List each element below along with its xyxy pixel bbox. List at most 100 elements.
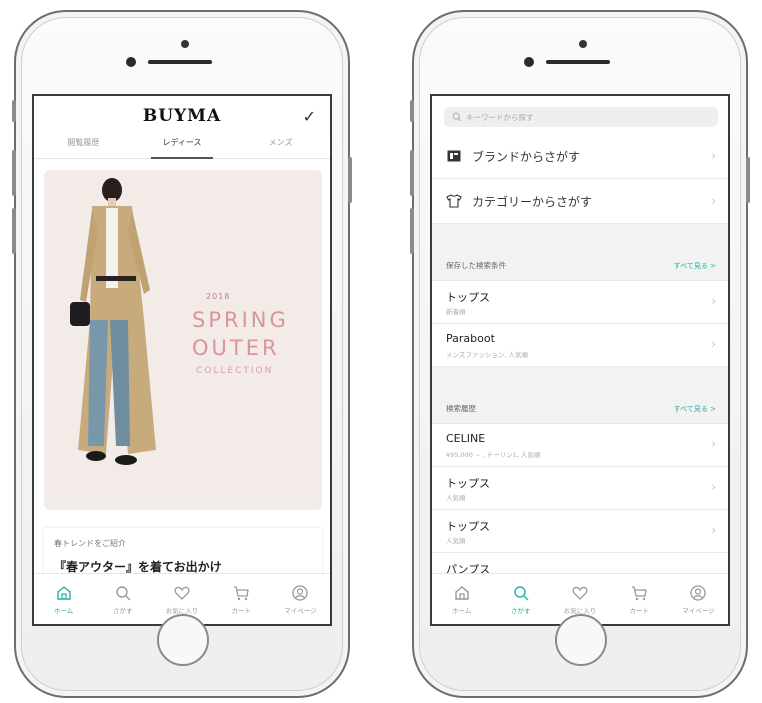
brand-icon (446, 150, 462, 162)
nav-home[interactable]: ホーム (432, 574, 491, 624)
saved-search-item[interactable]: Paraboot メンズファッション, 人気順 › (432, 324, 728, 367)
volume-down-button (410, 208, 414, 254)
shirt-icon (446, 194, 462, 208)
nav-label-cart: カート (231, 607, 251, 615)
home-button[interactable] (157, 614, 209, 666)
nav-label-search: さがす (511, 607, 531, 615)
search-bar-wrap: キーワードから探す (432, 96, 728, 134)
history-item-title: CELINE (446, 432, 486, 445)
history-item-sub: 人気順 (446, 537, 466, 545)
power-button (746, 157, 750, 203)
nav-label-mypage: マイページ (682, 607, 715, 615)
volume-down-button (12, 208, 16, 254)
search-placeholder: キーワードから探す (466, 112, 534, 122)
chevron-right-icon: › (711, 194, 716, 208)
tab-ladies[interactable]: レディース (133, 132, 232, 159)
history-title: 検索履歴 (446, 404, 476, 413)
chevron-right-icon: › (711, 480, 716, 494)
screen-search: キーワードから探す ブランドからさがす › カテゴリーからさがす › 保存した検… (430, 94, 730, 626)
earpiece-speaker (546, 60, 610, 64)
nav-search[interactable]: さがす (93, 574, 152, 624)
heart-icon (173, 583, 191, 603)
nav-label-search: さがす (113, 607, 133, 615)
app-logo: BUYMA (142, 106, 222, 126)
nav-mypage[interactable]: マイページ (669, 574, 728, 624)
cart-icon (630, 583, 648, 603)
saved-see-all-link[interactable]: すべて見る > (674, 261, 716, 271)
power-button (348, 157, 352, 203)
search-icon (452, 112, 462, 122)
front-camera (524, 57, 534, 67)
saved-searches-header: 保存した検索条件 すべて見る > (432, 242, 728, 281)
banner-title-spring: SPRING (192, 308, 289, 332)
home-icon (453, 583, 471, 603)
history-see-all-link[interactable]: すべて見る > (674, 404, 716, 414)
history-item[interactable]: トップス 人気順 › (432, 510, 728, 553)
section-gap (432, 224, 728, 242)
chevron-right-icon: › (711, 437, 716, 451)
nav-label-home: ホーム (451, 607, 472, 615)
banner-subtitle: COLLECTION (196, 366, 274, 376)
app-header: BUYMA ✓ (34, 96, 330, 132)
check-icon[interactable]: ✓ (303, 107, 316, 126)
menu-label-brand: ブランドからさがす (472, 149, 581, 164)
phone-right: キーワードから探す ブランドからさがす › カテゴリーからさがす › 保存した検… (410, 10, 750, 698)
tab-mens[interactable]: メンズ (231, 132, 330, 158)
history-item[interactable]: CELINE ¥95,000 ~ , ドーリン1, 人気順 › (432, 424, 728, 467)
saved-item-title: トップス (446, 291, 490, 304)
nav-cart[interactable]: カート (212, 574, 271, 624)
user-icon (689, 583, 707, 603)
saved-search-item[interactable]: トップス 新着順 › (432, 281, 728, 324)
menu-label-category: カテゴリーからさがす (472, 194, 593, 209)
phone-left: BUYMA ✓ 閲覧履歴 レディース メンズ 2018 SPRING OUTER… (12, 10, 352, 698)
nav-label-home: ホーム (53, 607, 74, 615)
mute-switch (12, 100, 16, 122)
saved-item-sub: 新着順 (446, 308, 466, 316)
home-button[interactable] (555, 614, 607, 666)
saved-item-sub: メンズファッション, 人気順 (446, 351, 529, 359)
nav-home[interactable]: ホーム (34, 574, 93, 624)
nav-mypage[interactable]: マイページ (271, 574, 330, 624)
banner-title-outer: OUTER (192, 336, 280, 360)
earpiece-speaker (148, 60, 212, 64)
chevron-right-icon: › (711, 523, 716, 537)
nav-cart[interactable]: カート (610, 574, 669, 624)
search-icon (512, 583, 530, 603)
category-tabs: 閲覧履歴 レディース メンズ (34, 132, 330, 159)
history-item-sub: ¥95,000 ~ , ドーリン1, 人気順 (446, 451, 541, 459)
banner-year: 2018 (206, 292, 231, 301)
nav-label-cart: カート (629, 607, 649, 615)
volume-up-button (12, 150, 16, 196)
search-input[interactable]: キーワードから探す (444, 107, 718, 127)
screen-home: BUYMA ✓ 閲覧履歴 レディース メンズ 2018 SPRING OUTER… (32, 94, 332, 626)
history-item-title: トップス (446, 520, 490, 533)
proximity-sensor (181, 40, 189, 48)
saved-item-title: Paraboot (446, 332, 495, 345)
menu-row-category[interactable]: カテゴリーからさがす › (432, 179, 728, 224)
heart-icon (571, 583, 589, 603)
home-icon (55, 583, 73, 603)
history-item-title: トップス (446, 477, 490, 490)
history-header: 検索履歴 すべて見る > (432, 399, 728, 424)
nav-search[interactable]: さがす (491, 574, 550, 624)
cart-icon (232, 583, 250, 603)
article-kicker: 春トレンドをご紹介 (54, 539, 126, 548)
history-item-sub: 人気順 (446, 494, 466, 502)
section-gap (432, 367, 728, 399)
chevron-right-icon: › (711, 294, 716, 308)
chevron-right-icon: › (711, 337, 716, 351)
mute-switch (410, 100, 414, 122)
saved-searches-title: 保存した検索条件 (446, 261, 506, 270)
volume-up-button (410, 150, 414, 196)
proximity-sensor (579, 40, 587, 48)
user-icon (291, 583, 309, 603)
promo-banner[interactable]: 2018 SPRING OUTER COLLECTION (44, 170, 322, 510)
front-camera (126, 57, 136, 67)
search-icon (114, 583, 132, 603)
tab-history[interactable]: 閲覧履歴 (34, 132, 133, 158)
nav-label-mypage: マイページ (284, 607, 317, 615)
history-item[interactable]: トップス 人気順 › (432, 467, 728, 510)
chevron-right-icon: › (711, 149, 716, 163)
model-illustration (70, 178, 156, 465)
menu-row-brand[interactable]: ブランドからさがす › (432, 134, 728, 179)
